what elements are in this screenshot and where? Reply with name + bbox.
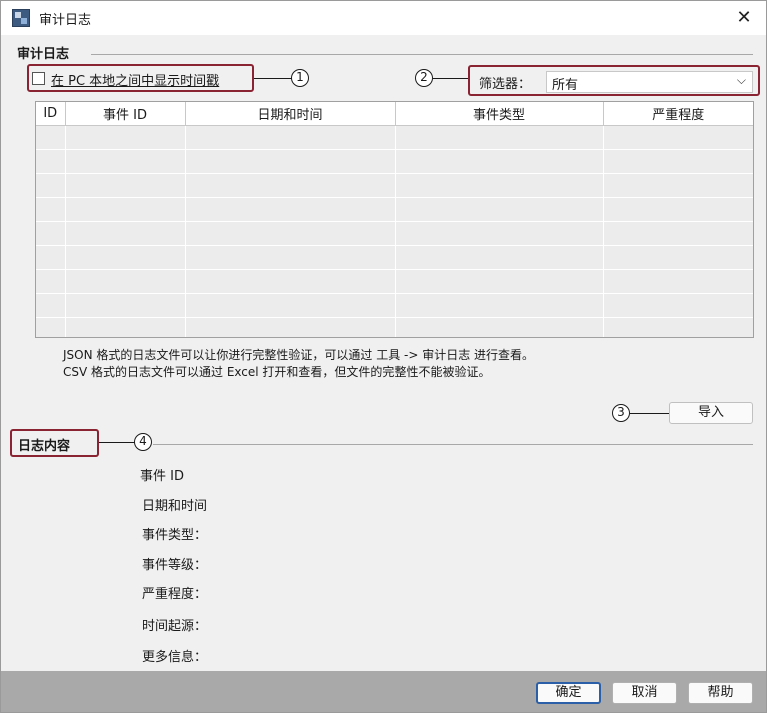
detail-label-more-info: 更多信息： (141, 650, 207, 665)
table-row (36, 317, 753, 337)
detail-label-datetime: 日期和时间 (141, 499, 207, 514)
audit-log-table[interactable]: ID 事件 ID 日期和时间 事件类型 严重程度 (35, 101, 754, 338)
column-header-event-type[interactable]: 事件类型 (395, 102, 604, 126)
window-title: 审计日志 (39, 13, 92, 28)
column-header-id[interactable]: ID (36, 102, 66, 126)
table-row (36, 245, 753, 270)
callout-number-2: 2 (415, 69, 433, 87)
table-row (36, 293, 753, 318)
column-header-event-id[interactable]: 事件 ID (65, 102, 186, 126)
audit-section-divider (91, 54, 753, 55)
info-text-json: JSON 格式的日志文件可以让你进行完整性验证，可以通过 工具 -> 审计日志 … (63, 348, 535, 362)
table-header-row: ID 事件 ID 日期和时间 事件类型 严重程度 (36, 102, 753, 126)
column-header-severity[interactable]: 严重程度 (603, 102, 753, 126)
callout-number-3: 3 (612, 404, 630, 422)
title-bar: 审计日志 ✕ (1, 1, 766, 35)
close-button[interactable]: ✕ (730, 5, 758, 31)
detail-label-event-id: 事件 ID (140, 469, 184, 484)
callout-line-2 (433, 78, 469, 79)
audit-section-label: 审计日志 (17, 43, 74, 62)
help-button[interactable]: 帮助 (688, 682, 753, 704)
import-button[interactable]: 导入 (669, 402, 753, 424)
app-icon (12, 9, 30, 27)
table-row (36, 149, 753, 174)
filter-select[interactable]: 所有 ⌵ (546, 71, 753, 93)
detail-section-divider (153, 444, 753, 445)
detail-section-label: 日志内容 (18, 435, 75, 454)
column-header-datetime[interactable]: 日期和时间 (185, 102, 396, 126)
timestamp-checkbox-label[interactable]: 在 PC 本地之间中显示时间戳 (51, 70, 219, 89)
callout-line-3 (630, 413, 670, 414)
detail-label-severity: 严重程度： (141, 587, 207, 602)
detail-label-time-source: 时间起源： (141, 619, 207, 634)
callout-line-4 (99, 442, 135, 443)
callout-number-4: 4 (134, 433, 152, 451)
ok-button[interactable]: 确定 (536, 682, 601, 704)
detail-label-event-type: 事件类型： (141, 528, 207, 543)
table-row (36, 221, 753, 246)
info-text-csv: CSV 格式的日志文件可以通过 Excel 打开和查看，但文件的完整性不能被验证… (63, 365, 491, 379)
table-row (36, 269, 753, 294)
timestamp-checkbox[interactable] (32, 72, 45, 85)
detail-label-event-level: 事件等级： (141, 558, 207, 573)
cancel-button[interactable]: 取消 (612, 682, 677, 704)
filter-label: 筛选器： (479, 77, 532, 92)
table-row (36, 173, 753, 198)
chevron-down-icon: ⌵ (736, 73, 746, 87)
filter-selected-value: 所有 (552, 78, 579, 93)
audit-log-dialog: 审计日志 ✕ 审计日志 1 在 PC 本地之间中显示时间戳 2 筛选器： 所有 … (0, 0, 767, 713)
callout-line-1 (254, 78, 292, 79)
dialog-footer: 确定 取消 帮助 (1, 671, 766, 712)
callout-number-1: 1 (291, 69, 309, 87)
table-row (36, 125, 753, 150)
table-row (36, 197, 753, 222)
